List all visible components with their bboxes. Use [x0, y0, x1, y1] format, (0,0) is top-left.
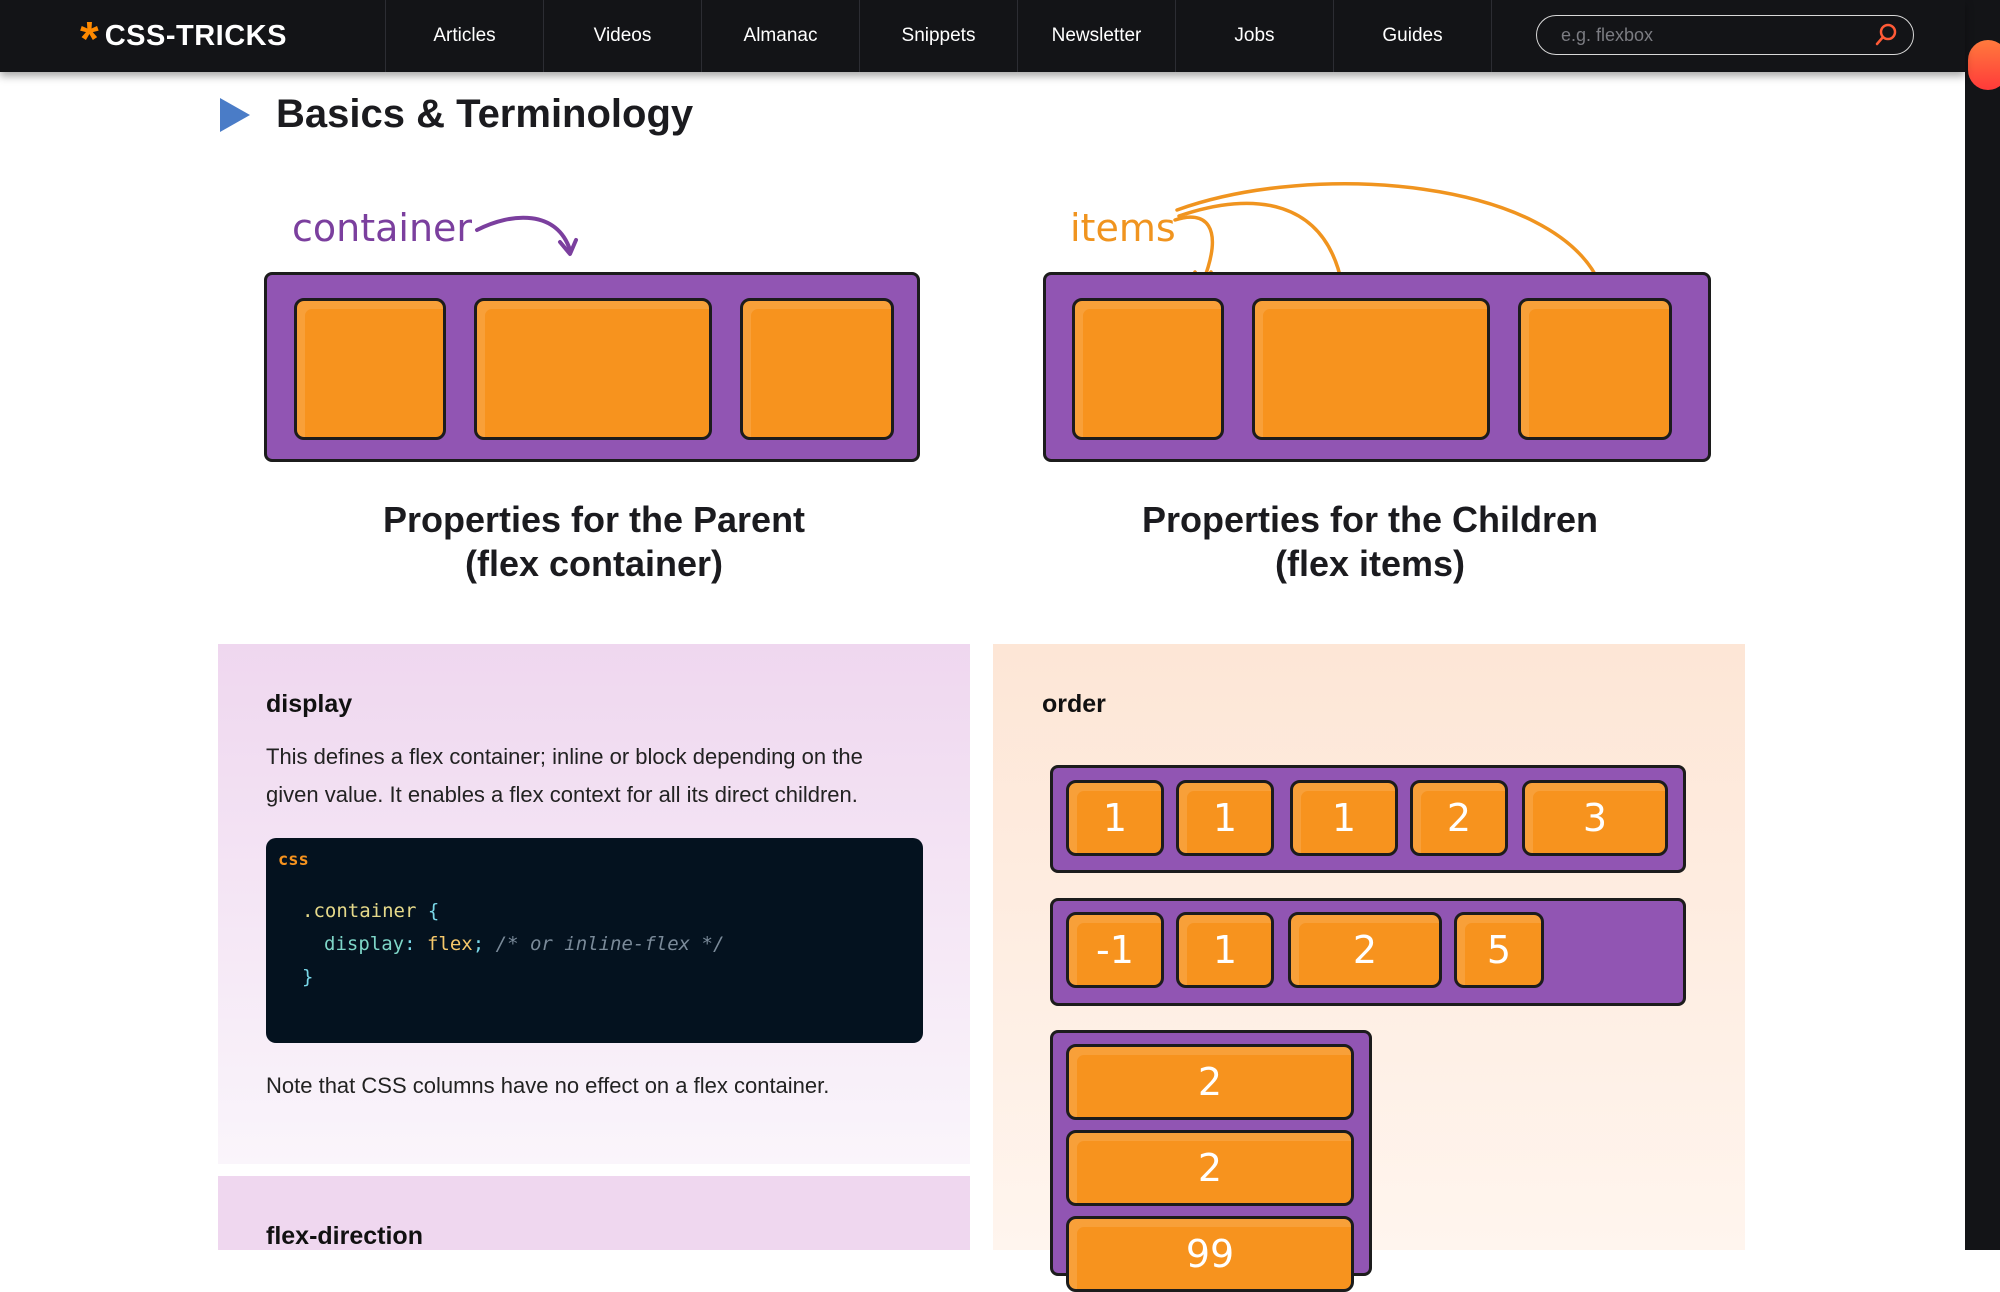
order-value: 2	[1446, 796, 1472, 840]
order-value: 1	[1102, 796, 1128, 840]
code-language-label: css	[278, 850, 309, 870]
nav-links: Articles Videos Almanac Snippets Newslet…	[385, 0, 1492, 72]
logo-text: CSS-TRICKS	[104, 19, 287, 52]
children-title-line2: (flex items)	[1274, 543, 1466, 584]
code-block[interactable]: css .container { display: flex; /* or in…	[266, 838, 923, 1043]
order-value: 1	[1331, 796, 1357, 840]
order-value: 3	[1582, 796, 1608, 840]
scrollbar-track[interactable]	[1965, 0, 2000, 1250]
code-selector: .container	[302, 900, 417, 922]
container-arrow-icon	[475, 215, 578, 256]
flex-items-illustration: items	[1025, 180, 1725, 470]
play-triangle-icon	[220, 97, 250, 132]
display-note: Note that CSS columns have no effect on …	[266, 1073, 830, 1098]
items-annotation: items	[1070, 206, 1176, 250]
order-value: 1	[1212, 796, 1238, 840]
container-annotation: container	[292, 206, 473, 250]
children-properties-title: Properties for the Children (flex items)	[990, 498, 1750, 586]
flex-item-box	[1252, 298, 1490, 440]
order-value: 99	[1185, 1232, 1235, 1276]
section-heading: Basics & Terminology	[220, 92, 693, 137]
display-heading: display	[266, 690, 353, 718]
order-value: 5	[1486, 928, 1512, 972]
code-open-brace: {	[427, 900, 440, 922]
display-description-line2: given value. It enables a flex context f…	[266, 782, 858, 807]
search-input[interactable]	[1559, 23, 1873, 47]
code-colon: :	[404, 933, 416, 955]
flex-item-box	[1518, 298, 1672, 440]
code-property: display	[324, 933, 405, 955]
site-logo[interactable]: * CSS-TRICKS	[80, 14, 287, 64]
code-line-1: .container {	[302, 900, 439, 922]
display-description-line1: This defines a flex container; inline or…	[266, 744, 863, 769]
order-value: 2	[1352, 928, 1378, 972]
flex-item-box	[294, 298, 446, 440]
nav-link-newsletter[interactable]: Newsletter	[1018, 0, 1176, 72]
nav-link-snippets[interactable]: Snippets	[860, 0, 1018, 72]
search-icon[interactable]	[1873, 22, 1899, 48]
nav-link-articles[interactable]: Articles	[386, 0, 544, 72]
flex-item-box	[740, 298, 894, 440]
code-semicolon: ;	[472, 933, 485, 955]
code-close-brace: }	[302, 966, 314, 988]
top-nav: * CSS-TRICKS Articles Videos Almanac Sni…	[0, 0, 1965, 72]
order-value: -1	[1096, 928, 1134, 972]
order-value: 1	[1212, 928, 1238, 972]
flex-item-box	[1072, 298, 1224, 440]
order-heading: order	[1042, 690, 1106, 718]
nav-link-videos[interactable]: Videos	[544, 0, 702, 72]
section-title: Basics & Terminology	[276, 92, 694, 136]
search-box	[1536, 15, 1914, 55]
flex-direction-heading: flex-direction	[266, 1222, 423, 1250]
code-value: flex	[426, 933, 473, 955]
nav-link-guides[interactable]: Guides	[1334, 0, 1492, 72]
parent-title-line1: Properties for the Parent	[382, 499, 806, 540]
nav-link-jobs[interactable]: Jobs	[1176, 0, 1334, 72]
children-title-line1: Properties for the Children	[1141, 499, 1599, 540]
flex-container-illustration: container	[250, 190, 930, 470]
code-comment: /* or inline-flex */	[495, 933, 725, 955]
scrollbar-thumb[interactable]	[1968, 40, 2000, 90]
order-value: 2	[1197, 1146, 1223, 1190]
flex-item-box	[474, 298, 712, 440]
code-line-3: }	[302, 966, 313, 988]
code-line-2: display: flex; /* or inline-flex */	[324, 933, 724, 955]
nav-link-almanac[interactable]: Almanac	[702, 0, 860, 72]
display-description: This defines a flex container; inline or…	[266, 738, 946, 814]
parent-title-line2: (flex container)	[464, 543, 724, 584]
order-value: 2	[1197, 1060, 1223, 1104]
parent-properties-title: Properties for the Parent (flex containe…	[214, 498, 974, 586]
logo-star-icon: *	[80, 13, 99, 66]
